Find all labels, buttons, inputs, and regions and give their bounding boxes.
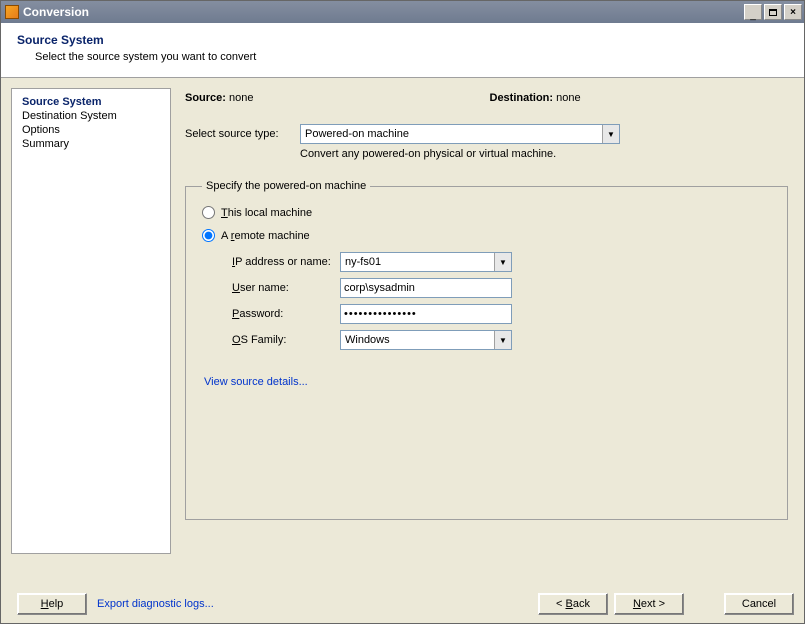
close-button[interactable]: ×: [784, 4, 802, 20]
wizard-footer: Help Help Export diagnostic logs... < Ba…: [11, 593, 794, 615]
maximize-icon: [769, 9, 777, 16]
wizard-header: Source System Select the source system y…: [1, 23, 804, 78]
os-row: OS Family: OS Family: Windows ▼: [232, 330, 771, 350]
app-icon: [5, 5, 19, 19]
page-subtitle: Select the source system you want to con…: [35, 51, 788, 63]
select-source-label: Select source type:: [185, 128, 300, 140]
select-source-row: Select source type: Powered-on machine ▼: [185, 124, 794, 144]
os-family-dropdown[interactable]: Windows ▼: [340, 330, 512, 350]
source-label: Source:: [185, 92, 226, 104]
maximize-button[interactable]: [764, 4, 782, 20]
ip-value: ny-fs01: [341, 256, 494, 268]
os-family-value: Windows: [341, 334, 494, 346]
back-button[interactable]: < Back: [538, 593, 608, 615]
ip-label: IP address or name:: [232, 256, 340, 268]
os-label: OS Family:: [232, 334, 340, 346]
chevron-down-icon: ▼: [494, 331, 511, 349]
username-label: User name:: [232, 282, 340, 294]
password-label: Password:: [232, 308, 340, 320]
group-legend: Specify the powered-on machine: [202, 180, 370, 192]
username-row: User name: User name:: [232, 278, 771, 298]
radio-local[interactable]: [202, 206, 215, 219]
chevron-down-icon: ▼: [602, 125, 619, 143]
destination-label: Destination:: [490, 92, 554, 104]
radio-remote-row[interactable]: A remote machine A remote machine: [202, 229, 771, 242]
cancel-button[interactable]: Cancel: [724, 593, 794, 615]
password-input[interactable]: [340, 304, 512, 324]
window-title: Conversion: [23, 5, 742, 19]
ip-input[interactable]: ny-fs01 ▼: [340, 252, 512, 272]
radio-local-row[interactable]: This local machine: [202, 206, 771, 219]
source-value: none: [229, 92, 253, 104]
source-destination-row: Source: none Destination: none: [185, 92, 794, 104]
view-source-details-link[interactable]: View source details...: [204, 376, 308, 388]
title-bar: Conversion _ ×: [1, 1, 804, 23]
destination-value: none: [556, 92, 580, 104]
next-button[interactable]: Next >: [614, 593, 684, 615]
window-buttons: _ ×: [742, 1, 804, 23]
radio-local-label: This local machine: [221, 207, 312, 219]
minimize-button[interactable]: _: [744, 4, 762, 20]
help-button[interactable]: Help: [17, 593, 87, 615]
minimize-icon: _: [750, 10, 756, 21]
source-type-dropdown[interactable]: Powered-on machine ▼: [300, 124, 620, 144]
sidebar-item-options[interactable]: Options: [22, 123, 160, 137]
wizard-sidebar: Source System Destination System Options…: [11, 88, 171, 554]
sidebar-item-source-system[interactable]: Source System: [22, 95, 160, 109]
specify-machine-group: Specify the powered-on machine This loca…: [185, 180, 788, 520]
close-icon: ×: [790, 7, 796, 18]
export-logs-link[interactable]: Export diagnostic logs...: [97, 598, 214, 610]
page-title: Source System: [17, 33, 788, 47]
chevron-down-icon: ▼: [494, 253, 511, 271]
username-input[interactable]: [340, 278, 512, 298]
conversion-window: Conversion _ × Source System Select the …: [0, 0, 805, 624]
source-info: Source: none: [185, 92, 490, 104]
radio-remote[interactable]: [202, 229, 215, 242]
password-row: Password: Password:: [232, 304, 771, 324]
source-type-hint: Convert any powered-on physical or virtu…: [300, 148, 794, 160]
ip-row: IP address or name: IP address or name: …: [232, 252, 771, 272]
sidebar-item-destination-system[interactable]: Destination System: [22, 109, 160, 123]
wizard-body: Source System Destination System Options…: [1, 78, 804, 558]
source-type-value: Powered-on machine: [301, 128, 602, 140]
destination-info: Destination: none: [490, 92, 795, 104]
sidebar-item-summary[interactable]: Summary: [22, 137, 160, 151]
main-panel: Source: none Destination: none Select so…: [171, 88, 794, 558]
radio-remote-label: A remote machine: [221, 230, 310, 242]
